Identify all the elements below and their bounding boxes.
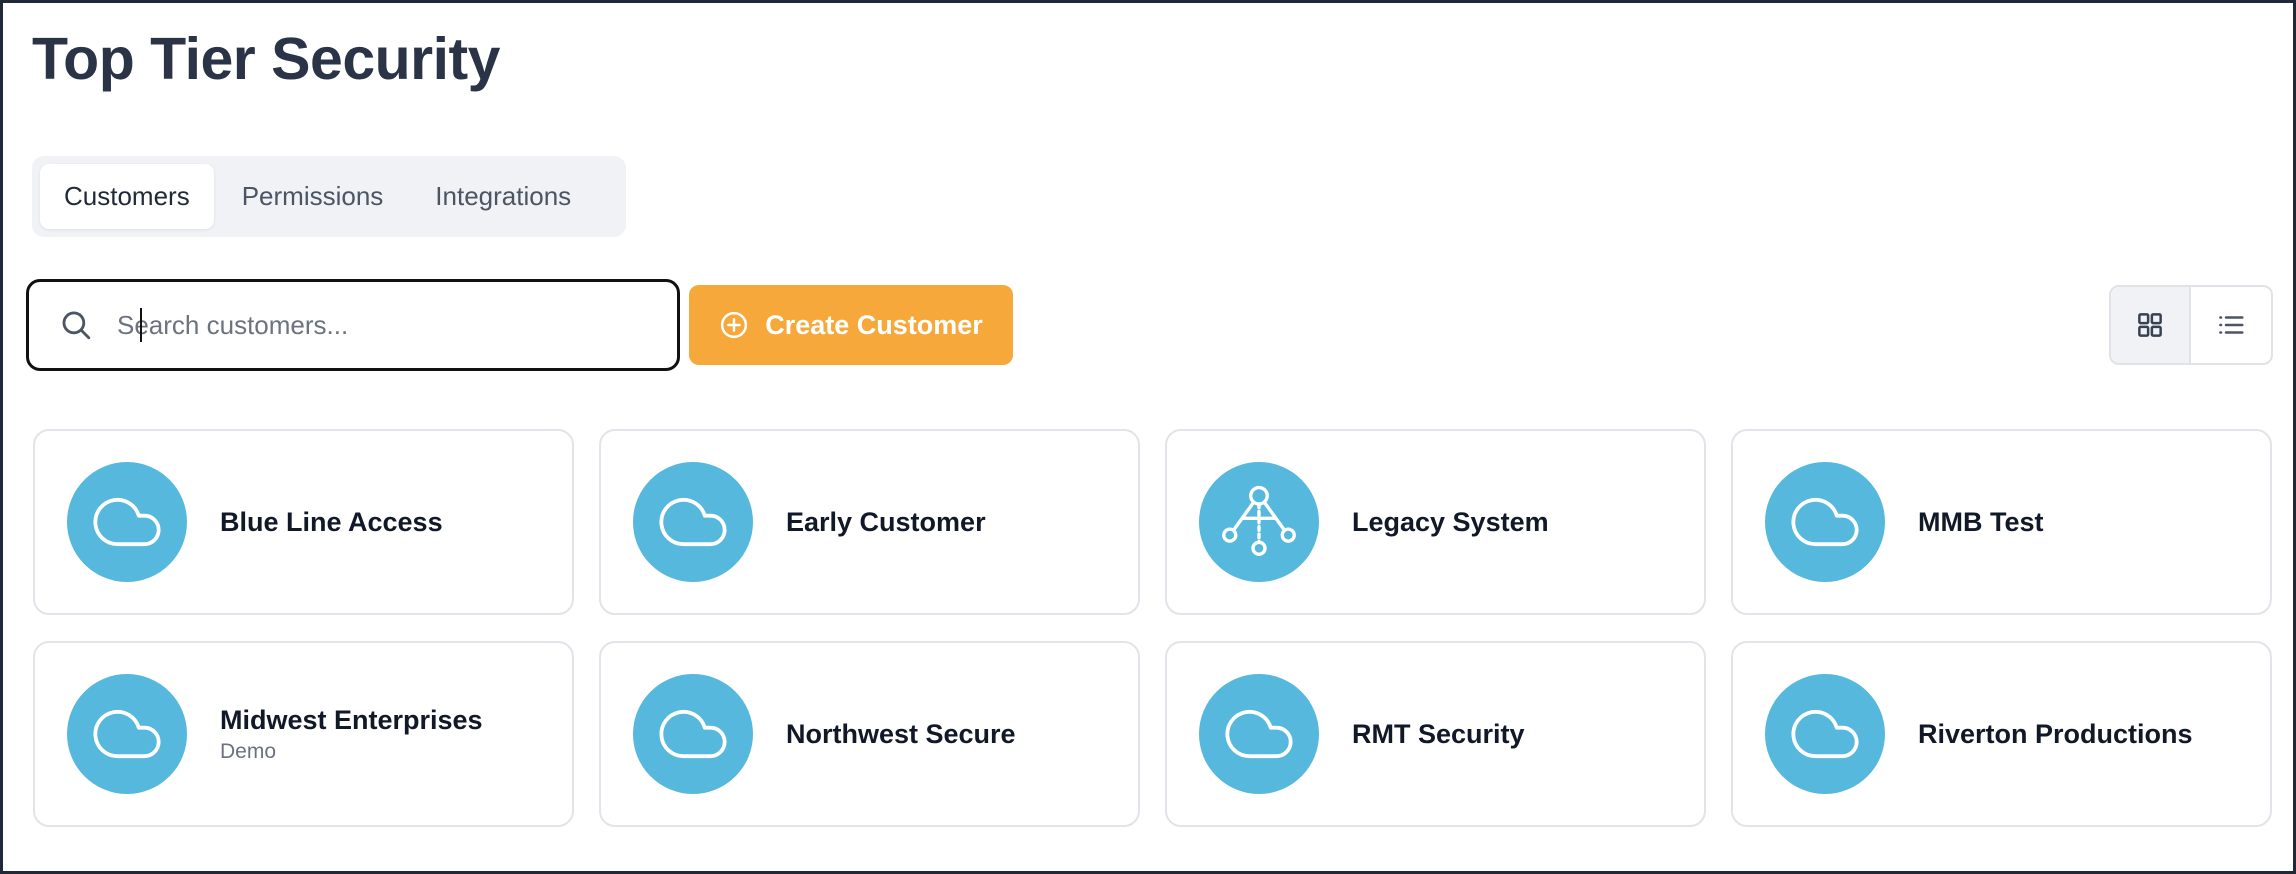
customer-subtitle: Demo [220,739,277,763]
customer-avatar [633,674,753,794]
customer-card[interactable]: Blue Line Access [33,429,574,615]
search-input[interactable] [117,309,637,341]
list-view-icon [2216,310,2246,340]
cloud-icon [1787,696,1863,772]
cloud-icon [89,484,165,560]
customer-avatar [67,462,187,582]
customer-name: Blue Line Access [220,506,443,537]
tab-bar: Customers Permissions Integrations [32,156,626,237]
page-title: Top Tier Security [32,26,501,92]
cloud-icon [89,696,165,772]
customer-avatar [1199,674,1319,794]
create-customer-button[interactable]: Create Customer [689,285,1013,365]
grid-view-button[interactable] [2111,287,2191,363]
cloud-icon [1221,696,1297,772]
customer-name: Legacy System [1352,506,1549,537]
customer-card[interactable]: Legacy System [1165,429,1706,615]
tab-customers[interactable]: Customers [40,164,214,229]
network-icon [1214,477,1304,567]
customer-name: RMT Security [1352,718,1525,749]
cloud-icon [655,696,731,772]
grid-view-icon [2135,310,2165,340]
customer-card[interactable]: Midwest Enterprises Demo [33,641,574,827]
customer-avatar [1765,462,1885,582]
customer-name: Midwest Enterprises [220,704,483,735]
customer-name: Early Customer [786,506,986,537]
customer-name: Riverton Productions [1918,718,2193,749]
customer-avatar [1765,674,1885,794]
tab-integrations[interactable]: Integrations [411,164,595,229]
customer-card[interactable]: Northwest Secure [599,641,1140,827]
customer-name: MMB Test [1918,506,2044,537]
customer-card[interactable]: Early Customer [599,429,1140,615]
create-customer-label: Create Customer [765,309,983,340]
customer-avatar [1199,462,1319,582]
view-toggle [2109,285,2273,365]
list-view-button[interactable] [2191,287,2271,363]
app-frame: Top Tier Security Customers Permissions … [0,0,2296,874]
customer-card[interactable]: RMT Security [1165,641,1706,827]
customer-avatar [633,462,753,582]
search-icon [59,308,93,342]
tab-permissions[interactable]: Permissions [218,164,408,229]
cloud-icon [655,484,731,560]
customer-card[interactable]: Riverton Productions [1731,641,2272,827]
plus-circle-icon [719,310,749,340]
search-box[interactable] [26,279,680,371]
customer-grid: Blue Line Access Early Customer Legacy S… [33,429,2273,827]
cloud-icon [1787,484,1863,560]
customer-avatar [67,674,187,794]
customer-card[interactable]: MMB Test [1731,429,2272,615]
text-caret [140,308,142,342]
customer-name: Northwest Secure [786,718,1016,749]
